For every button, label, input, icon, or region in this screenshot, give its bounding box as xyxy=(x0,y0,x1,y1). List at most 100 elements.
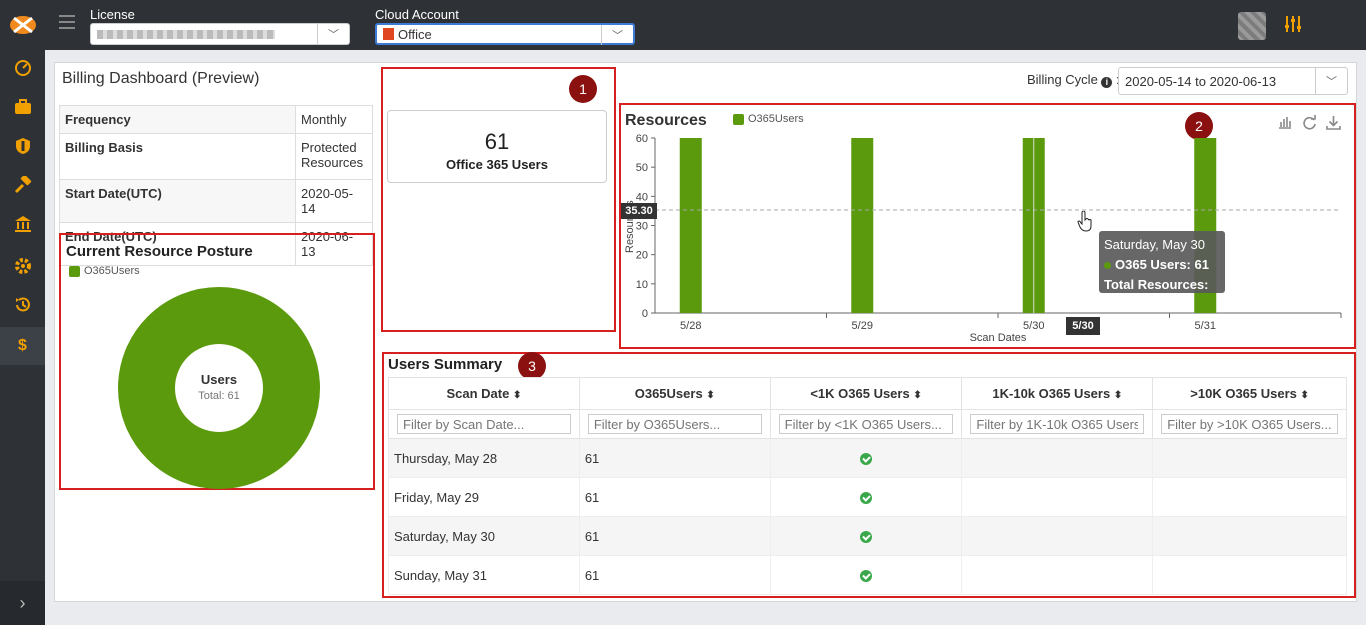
dollar-icon[interactable]: $ xyxy=(0,327,45,365)
posture-legend[interactable]: O365Users xyxy=(69,265,140,277)
table-row[interactable]: Thursday, May 28 61 xyxy=(388,438,1347,478)
chevron-down-icon[interactable]: ﹀ xyxy=(1315,68,1347,94)
hamburger-menu-icon[interactable] xyxy=(59,15,75,29)
y-tick-label: 10 xyxy=(636,279,648,291)
summary-card[interactable]: 61 Office 365 Users xyxy=(387,110,607,183)
badge-3: 3 xyxy=(518,352,546,380)
donut-center-label: Users xyxy=(201,372,237,387)
filter-cell xyxy=(1152,409,1347,439)
sidebar: $ › xyxy=(0,0,45,625)
column-header-label: 1K-10k O365 Users xyxy=(992,386,1111,401)
shield-icon[interactable] xyxy=(0,127,45,165)
cell-lt1k xyxy=(769,516,963,556)
cell-lt1k xyxy=(769,477,963,517)
donut-center-total: Total: 61 xyxy=(198,390,240,402)
y-tick-label: 20 xyxy=(636,250,648,262)
gear-icon[interactable] xyxy=(0,247,45,285)
filter-lt1k-input[interactable] xyxy=(778,414,954,434)
info-key: Frequency xyxy=(59,105,296,134)
posture-title: Current Resource Posture xyxy=(66,243,253,260)
info-key: Billing Basis xyxy=(59,133,296,180)
office-logo-icon xyxy=(383,28,394,40)
info-row: Frequency Monthly xyxy=(59,105,373,134)
chevron-down-icon[interactable]: ﹀ xyxy=(601,25,633,45)
info-value: 2020-05-14 xyxy=(295,179,373,223)
info-key: Start Date(UTC) xyxy=(59,179,296,223)
license-select[interactable]: ﹀ xyxy=(90,23,350,45)
table-row[interactable]: Sunday, May 31 61 xyxy=(388,555,1347,595)
cell-users: 61 xyxy=(578,516,771,556)
page-title: Billing Dashboard (Preview) xyxy=(62,70,260,87)
info-row: Start Date(UTC) 2020-05-14 xyxy=(59,179,373,223)
column-header-lt1k[interactable]: <1K O365 Users ⬍ xyxy=(769,377,963,410)
expand-sidebar-icon[interactable]: › xyxy=(0,581,45,625)
highlight-box-1 xyxy=(381,67,616,332)
filter-1k-10k-input[interactable] xyxy=(970,414,1145,434)
column-header-scan-date[interactable]: Scan Date ⬍ xyxy=(388,377,580,410)
table-row[interactable]: Saturday, May 30 61 xyxy=(388,516,1347,556)
column-header-label: >10K O365 Users xyxy=(1190,386,1297,401)
bar[interactable] xyxy=(679,138,702,313)
crosshair-y-label: 35.30 xyxy=(621,203,657,219)
column-header-label: Scan Date xyxy=(446,386,510,401)
y-tick-label: 40 xyxy=(636,191,648,203)
cell-gt10k xyxy=(1152,516,1347,556)
cloud-account-select[interactable]: Office ﹀ xyxy=(375,23,635,45)
filter-cell xyxy=(769,409,963,439)
resources-chart[interactable]: 0102030405060Resources5/28 5/29 5/30 5/31Sc… xyxy=(619,103,1356,349)
donut-chart[interactable]: Users Total: 61 xyxy=(116,285,322,491)
cloud-account-label: Cloud Account xyxy=(375,7,459,22)
y-tick-label: 60 xyxy=(636,133,648,145)
table-row[interactable]: Friday, May 29 61 xyxy=(388,477,1347,517)
cell-1k-10k xyxy=(961,555,1154,595)
sort-icon[interactable]: ⬍ xyxy=(1301,390,1309,401)
sort-icon[interactable]: ⬍ xyxy=(706,390,714,401)
column-header-gt10k[interactable]: >10K O365 Users ⬍ xyxy=(1152,377,1347,410)
series-dot xyxy=(1104,262,1111,269)
cell-date: Friday, May 29 xyxy=(388,477,580,517)
column-header-1k-10k[interactable]: 1K-10k O365 Users ⬍ xyxy=(961,377,1154,410)
settings-sliders-icon[interactable] xyxy=(1283,14,1303,39)
bar[interactable] xyxy=(851,138,874,313)
billing-cycle-select[interactable]: 2020-05-14 to 2020-06-13 ﹀ xyxy=(1118,67,1348,95)
tooltip-series: O365 Users: 61 xyxy=(1104,255,1220,275)
filter-o365users-input[interactable] xyxy=(587,414,762,434)
cell-users: 61 xyxy=(578,477,771,517)
chevron-down-icon[interactable]: ﹀ xyxy=(317,24,349,44)
bank-icon[interactable] xyxy=(0,205,45,243)
check-circle-icon xyxy=(860,453,873,466)
chart-tooltip: Saturday, May 30 O365 Users: 61 Total Re… xyxy=(1099,231,1225,312)
y-tick-label: 50 xyxy=(636,162,648,174)
legend-label: O365Users xyxy=(84,265,140,277)
legend-swatch xyxy=(69,265,80,277)
y-tick-label: 30 xyxy=(636,221,648,233)
hammer-icon[interactable] xyxy=(0,166,45,204)
filter-gt10k-input[interactable] xyxy=(1161,414,1338,434)
x-tick-label: 5/29 xyxy=(852,320,873,332)
info-value: Monthly xyxy=(295,105,373,134)
info-icon[interactable]: i xyxy=(1101,77,1113,88)
users-summary-table: Scan Date ⬍ O365Users ⬍ <1K O365 Users ⬍… xyxy=(388,377,1347,595)
column-header-o365users[interactable]: O365Users ⬍ xyxy=(578,377,771,410)
x-axis-label: Scan Dates xyxy=(970,332,1027,344)
filter-scan-date-input[interactable] xyxy=(397,414,571,434)
hand-cursor-icon xyxy=(1077,211,1092,232)
sort-icon[interactable]: ⬍ xyxy=(1114,390,1122,401)
billing-cycle-value: 2020-05-14 to 2020-06-13 xyxy=(1125,73,1277,89)
billing-cycle-label-text: Billing Cycle xyxy=(1027,72,1098,87)
crosshair-x-label: 5/30 xyxy=(1066,317,1100,335)
app-logo[interactable] xyxy=(8,10,38,36)
check-circle-icon xyxy=(860,492,873,505)
x-tick-label: 5/30 xyxy=(1023,320,1044,332)
summary-card-label: Office 365 Users xyxy=(446,157,548,172)
x-tick-label: 5/28 xyxy=(680,320,701,332)
avatar[interactable] xyxy=(1238,12,1266,40)
summary-card-value: 61 xyxy=(484,129,510,154)
history-icon[interactable] xyxy=(0,286,45,324)
sort-icon[interactable]: ⬍ xyxy=(513,390,521,401)
speedometer-icon[interactable] xyxy=(0,49,45,87)
briefcase-icon[interactable] xyxy=(0,88,45,126)
sort-icon[interactable]: ⬍ xyxy=(913,390,921,401)
cell-1k-10k xyxy=(961,438,1154,478)
license-label: License xyxy=(90,7,135,22)
